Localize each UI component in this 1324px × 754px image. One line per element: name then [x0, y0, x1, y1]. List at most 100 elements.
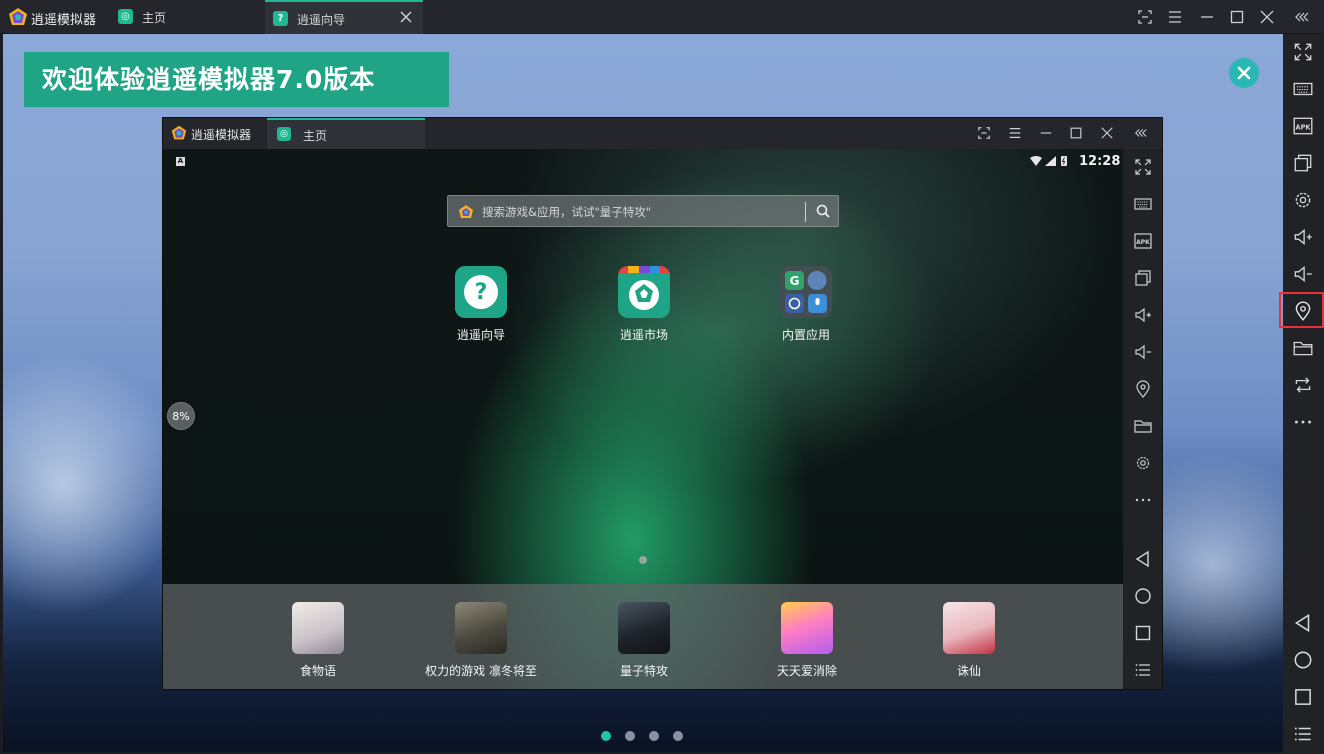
preview-minimize-icon — [1040, 132, 1052, 134]
tab-home[interactable]: ◎ 主页 — [110, 0, 264, 34]
preview-settings-icon — [1136, 456, 1150, 470]
multi-window-icon[interactable] — [1292, 152, 1314, 174]
question-icon: ? — [455, 266, 507, 318]
preview-folder-icon — [1134, 420, 1152, 433]
game-icon-zhuxian — [943, 602, 995, 654]
apk-icon[interactable]: APK — [1292, 115, 1314, 137]
keyboard-badge: A — [176, 157, 185, 166]
menu-list-icon[interactable] — [1292, 723, 1314, 745]
back-icon[interactable] — [1292, 612, 1314, 634]
dock-app: 量子特攻 — [584, 602, 704, 679]
home-app-guide: ? 逍遥向导 — [421, 266, 541, 343]
game-icon-shiwuyu — [292, 602, 344, 654]
dock-app: 食物语 — [258, 602, 378, 679]
status-time: 12:28 — [1079, 154, 1121, 169]
home-page-dot — [639, 556, 647, 564]
tab-guide[interactable]: ? 逍遥向导 — [265, 0, 423, 34]
preview-more-icon — [1135, 498, 1151, 502]
guide-page-dot-2[interactable] — [625, 731, 635, 741]
home-icon[interactable] — [1292, 649, 1314, 671]
svg-text:APK: APK — [1136, 239, 1150, 246]
close-guide-icon[interactable] — [1229, 58, 1259, 88]
home-tab-icon: ◎ — [118, 9, 133, 24]
dock-app-label: 诛仙 — [956, 664, 981, 678]
game-icon-quantum — [618, 602, 670, 654]
app-dock: 食物语 权力的游戏 凛冬将至 量子特攻 天天爱消除 诛仙 — [163, 584, 1123, 689]
location-icon[interactable] — [1292, 300, 1314, 322]
preview-keyboard-icon — [1134, 198, 1152, 210]
dock-app: 天天爱消除 — [747, 602, 867, 679]
status-icons — [1030, 156, 1067, 166]
preview-tab-home: ◎ 主页 — [267, 118, 425, 149]
guide-page-dot-1[interactable] — [601, 731, 611, 741]
preview-screenshot-icon — [978, 127, 990, 139]
welcome-banner: 欢迎体验逍遥模拟器7.0版本 — [24, 52, 449, 107]
home-app-label: 内置应用 — [781, 328, 830, 342]
close-tab-icon[interactable] — [399, 10, 413, 24]
game-icon-got — [455, 602, 507, 654]
emulator-preview-window: 逍遥模拟器 ◎ 主页 A 12:28 搜索游戏&应用，试试"量子特攻" ? 逍遥… — [162, 117, 1163, 690]
dock-app-label: 天天爱消除 — [776, 664, 837, 678]
maximize-icon[interactable] — [1229, 9, 1245, 25]
fullscreen-icon[interactable] — [1292, 41, 1314, 63]
preview-volume-down-icon — [1135, 344, 1151, 360]
menu-icon[interactable] — [1167, 9, 1183, 25]
preview-tab-label: 主页 — [303, 129, 328, 143]
preview-home-tab-icon: ◎ — [277, 127, 291, 141]
sync-icon[interactable] — [1292, 374, 1314, 396]
guide-page-dot-3[interactable] — [649, 731, 659, 741]
preview-fullscreen-icon — [1135, 159, 1151, 175]
preview-close-icon — [1101, 127, 1113, 139]
minimize-icon[interactable] — [1199, 9, 1215, 25]
more-icon[interactable] — [1292, 411, 1314, 433]
dock-app-label: 权力的游戏 凛冬将至 — [425, 664, 537, 678]
search-icon — [816, 204, 830, 218]
preview-maximize-icon — [1070, 127, 1082, 139]
close-window-icon[interactable] — [1259, 9, 1275, 25]
home-app-label: 逍遥市场 — [619, 328, 668, 342]
app-title: 逍遥模拟器 — [31, 13, 97, 28]
background-cloud-left — [3, 354, 183, 614]
market-icon — [618, 266, 670, 318]
home-app-market: 逍遥市场 — [584, 266, 704, 343]
preview-back-icon — [1135, 550, 1149, 568]
preview-multi-window-icon — [1135, 270, 1151, 286]
keyboard-icon[interactable] — [1292, 78, 1314, 100]
preview-apk-icon: APK — [1134, 233, 1152, 249]
dock-app: 权力的游戏 凛冬将至 — [421, 602, 541, 679]
search-divider — [805, 202, 806, 222]
preview-location-icon — [1136, 380, 1150, 398]
recents-icon[interactable] — [1292, 686, 1314, 708]
preview-sidebar: APK — [1123, 149, 1162, 689]
guide-page-dot-4[interactable] — [673, 731, 683, 741]
preview-title-bar: 逍遥模拟器 ◎ 主页 — [163, 118, 1162, 149]
dock-app-label: 量子特攻 — [619, 664, 668, 678]
guide-tab-icon: ? — [273, 11, 288, 26]
preview-home-icon — [1135, 588, 1151, 604]
right-toolbar: APK — [1279, 34, 1324, 754]
android-home-screen: A 12:28 搜索游戏&应用，试试"量子特攻" ? 逍遥向导 逍遥市场 G 内… — [163, 149, 1123, 689]
volume-down-icon[interactable] — [1292, 263, 1314, 285]
dock-app: 诛仙 — [909, 602, 1029, 679]
folder-icon[interactable] — [1292, 337, 1314, 359]
collapse-sidebar-icon[interactable] — [1294, 9, 1310, 25]
preview-collapse-icon — [1135, 129, 1147, 137]
preview-volume-up-icon — [1135, 307, 1151, 323]
title-bar: 逍遥模拟器 ◎ 主页 ? 逍遥向导 — [0, 0, 1324, 34]
search-logo-icon — [459, 205, 473, 218]
screenshot-icon[interactable] — [1137, 9, 1153, 25]
tab-guide-label: 逍遥向导 — [297, 13, 346, 27]
progress-bubble: 8% — [167, 402, 195, 430]
app-search-bar: 搜索游戏&应用，试试"量子特攻" — [447, 195, 839, 227]
svg-text:?: ? — [475, 280, 488, 305]
app-folder-icon: G — [780, 266, 832, 318]
search-placeholder: 搜索游戏&应用，试试"量子特攻" — [482, 205, 652, 219]
volume-up-icon[interactable] — [1292, 226, 1314, 248]
settings-icon[interactable] — [1292, 189, 1314, 211]
app-logo-icon — [9, 8, 27, 25]
home-app-folder: G 内置应用 — [746, 266, 866, 343]
dock-app-label: 食物语 — [299, 664, 336, 678]
game-icon-aixiaochu — [781, 602, 833, 654]
svg-text:G: G — [790, 274, 800, 288]
preview-recents-icon — [1135, 625, 1151, 641]
